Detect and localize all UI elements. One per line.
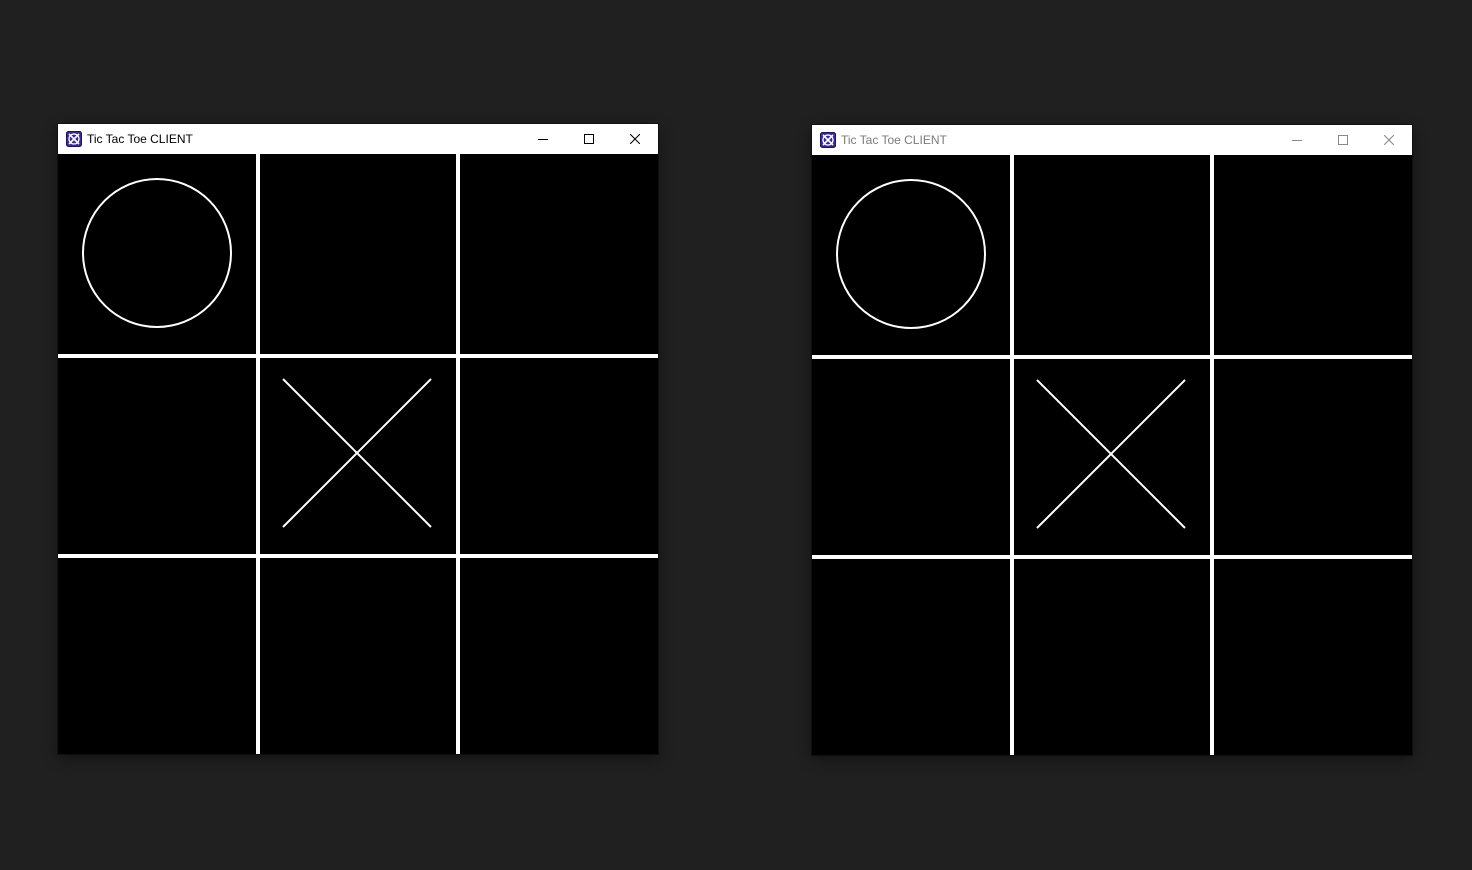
board-cell-1[interactable] <box>58 154 258 354</box>
board-cell-8[interactable] <box>1012 555 1212 755</box>
board-cell-8[interactable] <box>258 554 458 754</box>
board-cell-9[interactable] <box>1212 555 1412 755</box>
window-title: Tic Tac Toe CLIENT <box>841 133 947 147</box>
board-cell-1[interactable] <box>812 155 1012 355</box>
minimize-button[interactable] <box>520 124 566 154</box>
board-canvas <box>58 154 658 754</box>
board-cell-3[interactable] <box>1212 155 1412 355</box>
close-icon <box>1384 135 1394 145</box>
maximize-icon <box>1338 135 1348 145</box>
board-canvas <box>812 155 1412 755</box>
window-controls <box>520 124 658 154</box>
app-icon <box>66 131 82 147</box>
board-cell-2[interactable] <box>258 154 458 354</box>
grid-line-horizontal <box>58 354 658 358</box>
board-cell-5[interactable] <box>1012 355 1212 555</box>
board-cell-2[interactable] <box>1012 155 1212 355</box>
close-button[interactable] <box>612 124 658 154</box>
close-button[interactable] <box>1366 125 1412 155</box>
board-cell-4[interactable] <box>812 355 1012 555</box>
grid-line-vertical <box>1210 155 1214 755</box>
game-window-2[interactable]: Tic Tac Toe CLIENT <box>812 125 1412 755</box>
board-cell-3[interactable] <box>458 154 658 354</box>
app-icon <box>820 132 836 148</box>
game-window-1[interactable]: Tic Tac Toe CLIENT <box>58 124 658 754</box>
board-cell-7[interactable] <box>812 555 1012 755</box>
board-cell-4[interactable] <box>58 354 258 554</box>
title-bar[interactable]: Tic Tac Toe CLIENT <box>58 124 658 154</box>
minimize-icon <box>538 139 548 140</box>
board-cell-6[interactable] <box>458 354 658 554</box>
board-cell-5[interactable] <box>258 354 458 554</box>
game-board <box>812 155 1412 755</box>
grid-line-horizontal <box>58 554 658 558</box>
grid-line-vertical <box>256 154 260 754</box>
grid-line-vertical <box>1010 155 1014 755</box>
board-cell-6[interactable] <box>1212 355 1412 555</box>
grid-line-vertical <box>456 154 460 754</box>
grid-line-horizontal <box>812 355 1412 359</box>
maximize-button[interactable] <box>566 124 612 154</box>
minimize-icon <box>1292 140 1302 141</box>
title-bar[interactable]: Tic Tac Toe CLIENT <box>812 125 1412 155</box>
board-cell-7[interactable] <box>58 554 258 754</box>
close-icon <box>630 134 640 144</box>
maximize-button[interactable] <box>1320 125 1366 155</box>
minimize-button[interactable] <box>1274 125 1320 155</box>
game-board <box>58 154 658 754</box>
grid-line-horizontal <box>812 555 1412 559</box>
board-cell-9[interactable] <box>458 554 658 754</box>
maximize-icon <box>584 134 594 144</box>
window-title: Tic Tac Toe CLIENT <box>87 132 193 146</box>
window-controls <box>1274 125 1412 155</box>
